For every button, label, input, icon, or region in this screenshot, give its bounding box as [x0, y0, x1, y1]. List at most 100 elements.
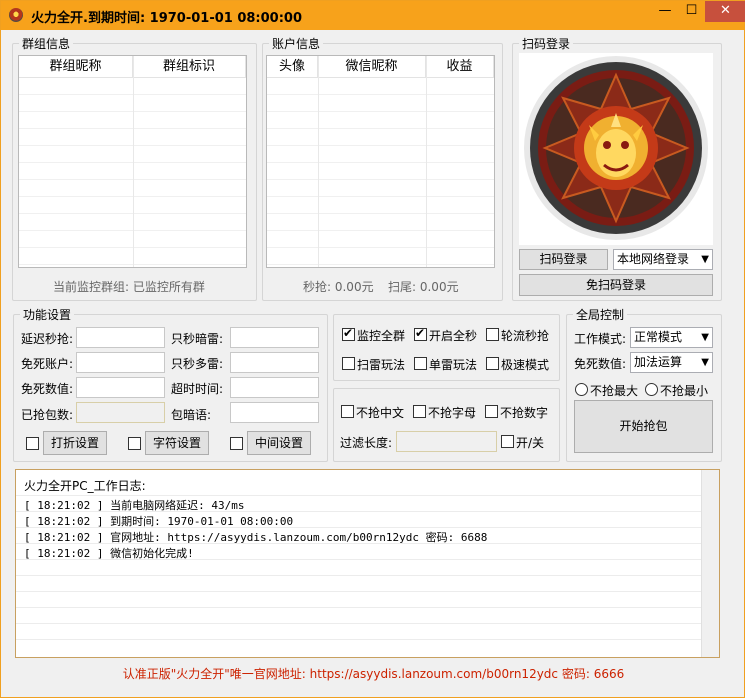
- column-divider: [426, 56, 427, 267]
- filter-toggle-label: 开/关: [516, 436, 545, 450]
- window-title: 火力全开.到期时间: 1970-01-01 08:00:00: [31, 11, 303, 26]
- grabbed-count-label: 已抢包数:: [21, 408, 74, 422]
- column-group-nickname[interactable]: 群组昵称: [19, 56, 133, 77]
- log-divider: [16, 623, 701, 624]
- monitor-all-groups-label: 监控全群: [357, 329, 406, 343]
- skip-letters-label: 不抢字母: [428, 406, 477, 420]
- skip-digits-checkbox[interactable]: [485, 405, 498, 418]
- exempt-value-input[interactable]: [76, 377, 165, 398]
- log-title: 火力全开PC_工作日志:: [24, 479, 146, 493]
- single-mine-checkbox[interactable]: [414, 357, 427, 370]
- log-divider: [16, 575, 701, 576]
- discount-settings-button[interactable]: 打折设置: [43, 431, 107, 455]
- account-info-title: 账户信息: [269, 37, 324, 51]
- timeout-label: 超时时间:: [171, 382, 224, 396]
- log-divider: [16, 511, 701, 512]
- table-row: [267, 129, 494, 146]
- exempt-account-label: 免死账户:: [21, 357, 74, 371]
- exempt-mode-value: 加法运算: [634, 355, 683, 369]
- grab-earnings-status: 秒抢: 0.00元: [303, 280, 374, 294]
- packet-code-input[interactable]: [230, 402, 319, 423]
- close-button[interactable]: ✕: [705, 1, 745, 22]
- tail-earnings-status: 扫尾: 0.00元: [388, 280, 459, 294]
- exempt-mode-select[interactable]: 加法运算 ▼: [630, 352, 713, 373]
- column-wechat-nickname[interactable]: 微信昵称: [318, 56, 426, 77]
- account-table[interactable]: 头像 微信昵称 收益: [266, 55, 495, 268]
- single-mine-label: 单雷玩法: [429, 358, 478, 372]
- log-scrollbar[interactable]: [701, 470, 719, 657]
- log-divider: [16, 559, 701, 560]
- group-info-title: 群组信息: [19, 37, 74, 51]
- chevron-down-icon: ▼: [701, 357, 709, 368]
- title-bar[interactable]: 火力全开.到期时间: 1970-01-01 08:00:00 — ☐ ✕: [1, 1, 745, 30]
- filter-length-input: [396, 431, 497, 452]
- minesweep-checkbox[interactable]: [342, 357, 355, 370]
- column-earnings[interactable]: 收益: [426, 56, 494, 77]
- log-divider: [16, 639, 701, 640]
- column-divider: [318, 56, 319, 267]
- login-mode-select[interactable]: 本地网络登录 ▼: [613, 249, 713, 270]
- scan-login-title: 扫码登录: [519, 37, 574, 51]
- rotate-grab-checkbox[interactable]: [486, 328, 499, 341]
- delay-grab-label: 延迟秒抢:: [21, 332, 74, 346]
- only-hidden-mine-label: 只秒暗雷:: [171, 332, 224, 346]
- skip-chinese-label: 不抢中文: [356, 406, 405, 420]
- table-row: [267, 231, 494, 248]
- table-row: [267, 112, 494, 129]
- discount-settings-checkbox[interactable]: [26, 437, 39, 450]
- char-settings-button[interactable]: 字符设置: [145, 431, 209, 455]
- app-icon: [9, 8, 23, 22]
- skip-max-radio[interactable]: [575, 383, 588, 396]
- log-divider: [16, 591, 701, 592]
- minesweep-label: 扫雷玩法: [357, 358, 406, 372]
- log-divider: [16, 495, 701, 496]
- no-scan-login-button[interactable]: 免扫码登录: [519, 274, 713, 296]
- column-divider: [133, 56, 134, 267]
- account-table-header: 头像 微信昵称 收益: [267, 56, 494, 78]
- packet-code-label: 包暗语:: [171, 408, 212, 422]
- minimize-button[interactable]: —: [652, 1, 678, 22]
- start-grab-button[interactable]: 开始抢包: [574, 400, 713, 453]
- maximize-button[interactable]: ☐: [678, 1, 705, 22]
- rotate-grab-label: 轮流秒抢: [501, 329, 550, 343]
- table-row: [267, 163, 494, 180]
- skip-min-radio[interactable]: [645, 383, 658, 396]
- skip-chinese-checkbox[interactable]: [341, 405, 354, 418]
- only-multi-mine-label: 只秒多雷:: [171, 357, 224, 371]
- log-divider: [16, 527, 701, 528]
- skip-max-label: 不抢最大: [590, 384, 639, 398]
- skip-digits-label: 不抢数字: [500, 406, 549, 420]
- login-mode-value: 本地网络登录: [617, 252, 690, 266]
- work-mode-select[interactable]: 正常模式 ▼: [630, 327, 713, 348]
- function-settings-title: 功能设置: [20, 308, 75, 322]
- grabbed-count-input: [76, 402, 165, 423]
- enable-all-grab-checkbox[interactable]: [414, 326, 427, 341]
- chevron-down-icon: ▼: [701, 332, 709, 343]
- middle-settings-checkbox[interactable]: [230, 437, 243, 450]
- table-row: [267, 146, 494, 163]
- monitor-all-groups-checkbox[interactable]: [342, 326, 355, 341]
- table-row: [267, 214, 494, 231]
- chevron-down-icon: ▼: [701, 254, 709, 265]
- only-hidden-mine-input[interactable]: [230, 327, 319, 348]
- column-avatar[interactable]: 头像: [267, 56, 318, 77]
- delay-grab-input[interactable]: [76, 327, 165, 348]
- column-group-id[interactable]: 群组标识: [133, 56, 246, 77]
- filter-toggle-checkbox[interactable]: [501, 435, 514, 448]
- skip-letters-checkbox[interactable]: [413, 405, 426, 418]
- exempt-value-label: 免死数值:: [21, 382, 74, 396]
- timeout-input[interactable]: [230, 377, 319, 398]
- skip-min-label: 不抢最小: [660, 384, 709, 398]
- exempt-account-input[interactable]: [76, 352, 165, 373]
- middle-settings-button[interactable]: 中间设置: [247, 431, 311, 455]
- group-table[interactable]: 群组昵称 群组标识: [18, 55, 247, 268]
- char-settings-checkbox[interactable]: [128, 437, 141, 450]
- main-window: 火力全开.到期时间: 1970-01-01 08:00:00 — ☐ ✕ 群组信…: [0, 0, 745, 698]
- speed-mode-checkbox[interactable]: [486, 357, 499, 370]
- work-log[interactable]: 火力全开PC_工作日志: [ 18:21:02 ] 当前电脑网络延迟: 43/m…: [15, 469, 720, 658]
- only-multi-mine-input[interactable]: [230, 352, 319, 373]
- log-divider: [16, 607, 701, 608]
- group-monitor-status: 当前监控群组: 已监控所有群: [53, 280, 205, 294]
- exempt-mode-label: 免死数值:: [574, 357, 627, 371]
- scan-login-button[interactable]: 扫码登录: [519, 249, 608, 270]
